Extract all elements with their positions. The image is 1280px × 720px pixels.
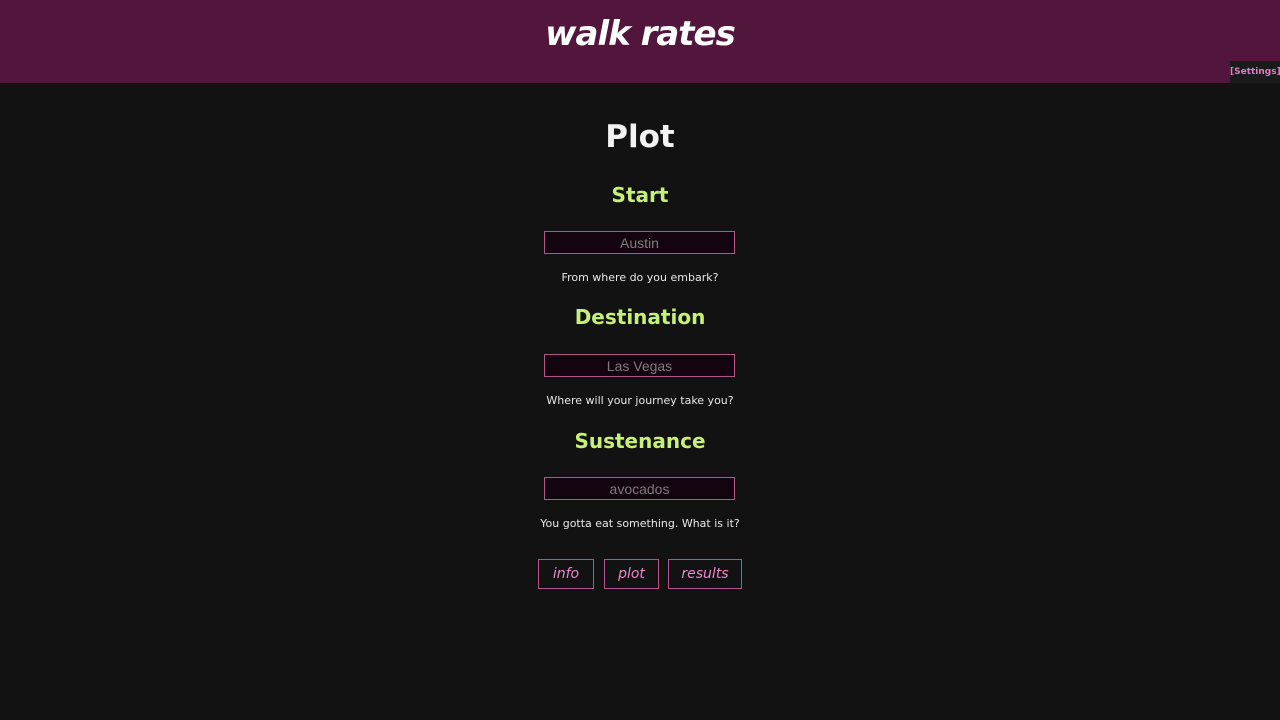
app-logo: walk rates [545,14,736,54]
start-heading: Start [611,183,669,207]
main-content: Plot Start From where do you embark? Des… [0,83,1280,720]
start-hint: From where do you embark? [561,271,719,284]
destination-input[interactable] [544,354,735,377]
info-button[interactable]: info [538,559,594,589]
page-title: Plot [605,119,675,155]
app-header: walk rates [Settings] [0,0,1280,83]
sustenance-heading: Sustenance [574,429,706,453]
settings-link[interactable]: [Settings] [1230,61,1280,83]
start-input[interactable] [544,231,735,254]
destination-heading: Destination [574,305,706,329]
sustenance-hint: You gotta eat something. What is it? [540,517,740,530]
results-button[interactable]: results [668,559,742,589]
sustenance-input[interactable] [544,477,735,500]
plot-button[interactable]: plot [604,559,659,589]
destination-hint: Where will your journey take you? [546,394,734,407]
